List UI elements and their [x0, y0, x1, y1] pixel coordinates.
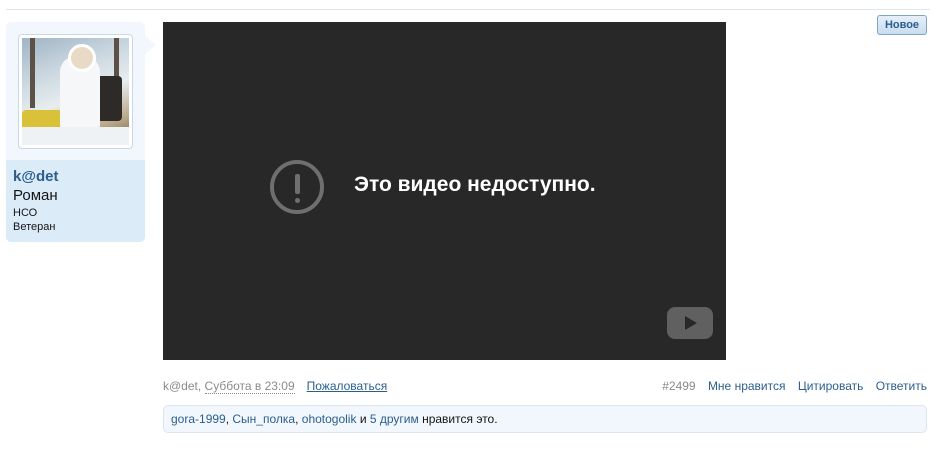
likes-others-link[interactable]: 5 другим: [370, 412, 419, 426]
user-rank: Ветеран: [13, 221, 56, 233]
user-real-name: Роман: [13, 187, 58, 204]
like-link[interactable]: Мне нравится: [708, 379, 786, 393]
avatar-snow: [22, 127, 129, 145]
avatar-frame[interactable]: [18, 34, 133, 149]
likes-separator: ,: [295, 412, 302, 426]
likes-suffix: нравится это.: [418, 412, 498, 426]
likes-summary: gora-1999, Сын_полка, ohotogolik и 5 дру…: [163, 405, 927, 433]
avatar[interactable]: [22, 38, 129, 145]
card-pointer: [145, 36, 156, 54]
report-link[interactable]: Пожаловаться: [307, 379, 388, 393]
youtube-logo-icon[interactable]: [667, 307, 713, 339]
play-icon: [685, 316, 697, 330]
post-author[interactable]: k@det: [163, 379, 198, 393]
likes-and: и: [356, 412, 370, 426]
new-post-badge: Новое: [877, 15, 927, 35]
liker-link[interactable]: gora-1999: [171, 412, 226, 426]
quote-link[interactable]: Цитировать: [798, 379, 864, 393]
liker-link[interactable]: ohotogolik: [302, 412, 357, 426]
post-meta: k@det, Суббота в 23:09 Пожаловаться: [163, 379, 388, 394]
user-info-card: k@det Роман НСО Ветеран: [6, 22, 156, 242]
avatar-tree: [30, 38, 35, 108]
username-link[interactable]: k@det: [13, 168, 58, 185]
avatar-head: [68, 44, 96, 72]
video-unavailable-message: Это видео недоступно.: [354, 173, 596, 196]
post-time[interactable]: Суббота в 23:09: [204, 379, 295, 394]
post-number[interactable]: #2499: [662, 379, 695, 393]
reply-link[interactable]: Ответить: [876, 379, 927, 393]
liker-link[interactable]: Сын_полка: [232, 412, 295, 426]
exclamation-dot: [295, 198, 300, 203]
top-divider: [6, 9, 930, 10]
video-player[interactable]: Это видео недоступно.: [163, 22, 726, 360]
exclamation-bar: [295, 174, 300, 194]
exclamation-icon: [270, 160, 324, 214]
post-actions: #2499 Мне нравится Цитировать Ответить: [653, 379, 927, 393]
user-region: НСО: [13, 207, 38, 219]
meta-separator: ,: [197, 379, 205, 393]
